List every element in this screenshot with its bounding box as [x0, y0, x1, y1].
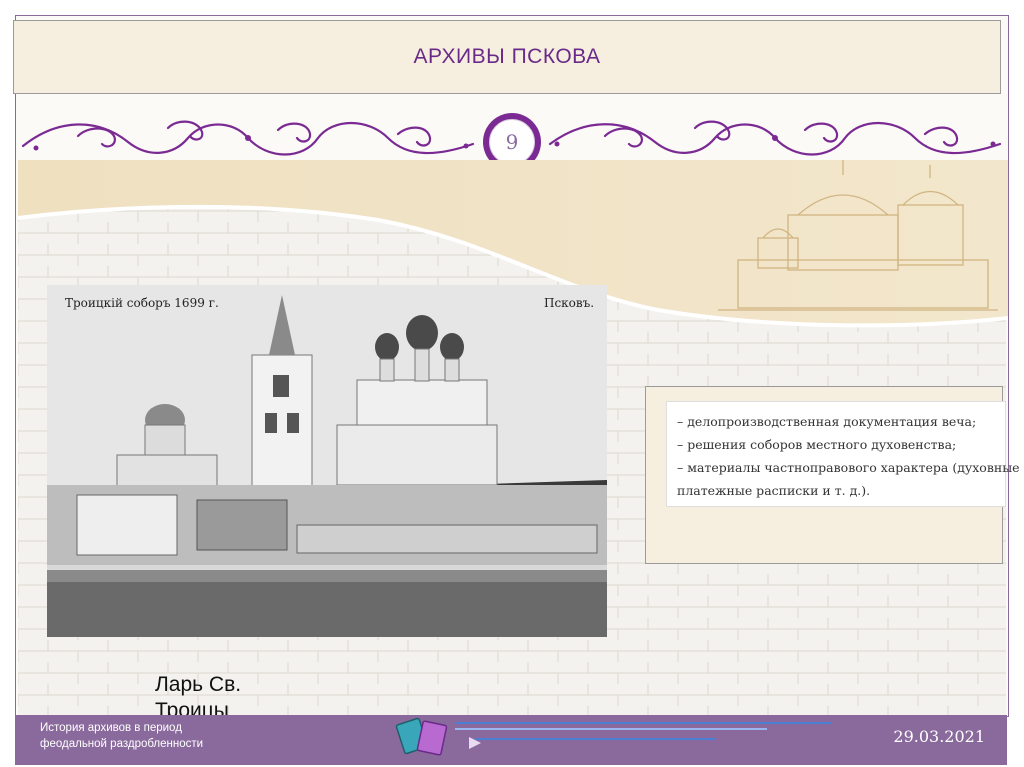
page-number: 9: [505, 130, 519, 154]
list-item: – материалы частноправового характера (д…: [677, 460, 1020, 475]
archive-contents-panel: – делопроизводственная документация веча…: [645, 386, 1020, 564]
archive-contents-list: – делопроизводственная документация веча…: [666, 401, 1020, 507]
books-logo-icon: [395, 717, 448, 756]
cathedral-photo: Троицкій соборъ 1699 г. Псковъ.: [47, 285, 607, 637]
footer-bar: История архивов в период феодальной разд…: [15, 715, 1007, 765]
photo-caption-right: Псковъ.: [544, 296, 594, 310]
ornament-right-icon: [548, 120, 1002, 156]
footer-course-title: История архивов в период феодальной разд…: [40, 720, 240, 752]
footer-title-line-1: История архивов в период: [40, 722, 182, 734]
slide-date: 29.03.2021: [893, 727, 985, 746]
caption-line-1: Ларь Св.: [155, 673, 242, 696]
ornament-left-icon: [21, 120, 475, 156]
decorative-lines-icon: [455, 722, 831, 749]
slide: АРХИВЫ ПСКОВА 9 Троицкій соборъ 1699 г. …: [0, 0, 1024, 767]
footer-title-line-2: феодальной раздробленности: [40, 738, 204, 750]
list-item: – делопроизводственная документация веча…: [677, 414, 977, 429]
list-item: платежные расписки и т. д.).: [677, 483, 871, 498]
list-item: – решения соборов местного духовенства;: [677, 437, 957, 452]
slide-title: АРХИВЫ ПСКОВА: [413, 45, 601, 68]
title-box: АРХИВЫ ПСКОВА: [13, 20, 1001, 94]
photo-caption-left: Троицкій соборъ 1699 г.: [65, 296, 219, 310]
